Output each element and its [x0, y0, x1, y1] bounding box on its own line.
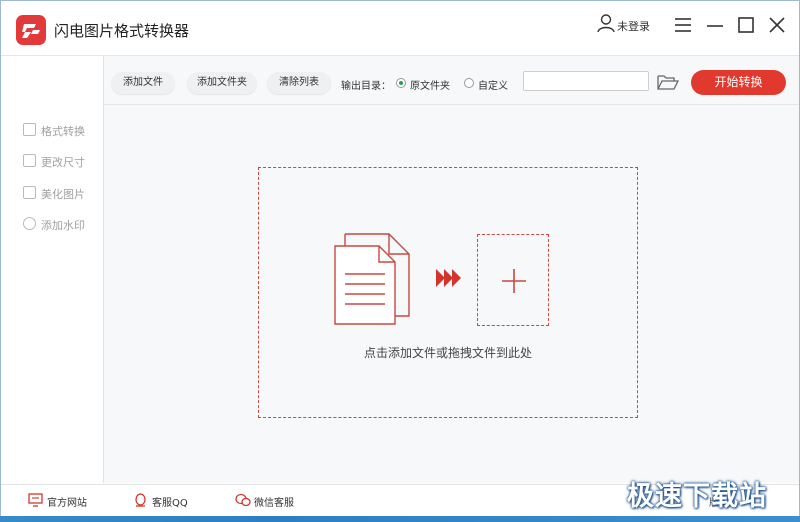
user-icon [596, 13, 616, 36]
swap-icon [23, 123, 36, 136]
clear-list-button[interactable]: 清除列表 [267, 72, 331, 94]
site-watermark: 极速下载站 [627, 481, 767, 512]
custom-folder-radio[interactable] [464, 78, 474, 88]
app-title: 闪电图片格式转换器 [54, 22, 190, 40]
resize-icon [23, 154, 36, 167]
app-logo-icon [16, 15, 46, 45]
close-button[interactable] [765, 13, 789, 37]
drop-hint-text: 点击添加文件或拖拽文件到此处 [363, 346, 532, 360]
main-area: 点击添加文件或拖拽文件到此处 [104, 105, 799, 483]
original-folder-radio[interactable] [396, 78, 406, 88]
folder-open-icon[interactable] [657, 73, 680, 94]
wechat-icon [235, 493, 251, 510]
title-bar: 闪电图片格式转换器 未登录 [1, 1, 799, 56]
sidebar-item-label: 添加水印 [41, 219, 85, 232]
toolbar: 添加文件 添加文件夹 清除列表 输出目录： 原文件夹 自定义 开始转换 [104, 56, 799, 105]
sidebar: 格式转换 更改尺寸 美化图片 添加水印 [1, 56, 104, 483]
hamburger-menu-icon [675, 18, 691, 32]
minimize-icon [707, 25, 723, 27]
image-icon [23, 186, 36, 199]
close-icon [769, 17, 785, 33]
menu-button[interactable] [671, 13, 695, 37]
file-drop-zone[interactable]: 点击添加文件或拖拽文件到此处 [258, 167, 638, 418]
triple-arrow-icon [436, 269, 462, 290]
output-directory-label: 输出目录： [341, 81, 391, 92]
add-file-button[interactable]: 添加文件 [111, 72, 175, 94]
custom-folder-label: 自定义 [478, 81, 508, 92]
stamp-icon [23, 217, 36, 230]
sidebar-item-label: 美化图片 [41, 188, 85, 201]
maximize-icon [738, 17, 754, 33]
support-qq-label: 客服QQ [152, 498, 188, 509]
add-folder-button[interactable]: 添加文件夹 [187, 72, 257, 94]
plus-icon [502, 269, 526, 296]
sidebar-item-label: 更改尺寸 [41, 156, 85, 169]
output-path-input[interactable] [523, 71, 649, 91]
add-file-box[interactable] [477, 234, 549, 326]
support-wechat-label: 微信客服 [254, 498, 294, 509]
app-window: 闪电图片格式转换器 未登录 格式转换 更改尺寸 美化图片 添加水印 添加文件 添… [0, 0, 800, 516]
sidebar-item-label: 格式转换 [41, 125, 85, 138]
documents-icon [333, 232, 413, 331]
start-convert-button[interactable]: 开始转换 [691, 70, 786, 95]
official-website-label: 官方网站 [47, 498, 87, 509]
original-folder-label: 原文件夹 [410, 81, 450, 92]
maximize-button[interactable] [734, 13, 758, 37]
login-status-label: 未登录 [617, 20, 650, 33]
monitor-icon [28, 493, 43, 510]
minimize-button[interactable] [703, 13, 727, 37]
qq-icon [133, 493, 148, 510]
